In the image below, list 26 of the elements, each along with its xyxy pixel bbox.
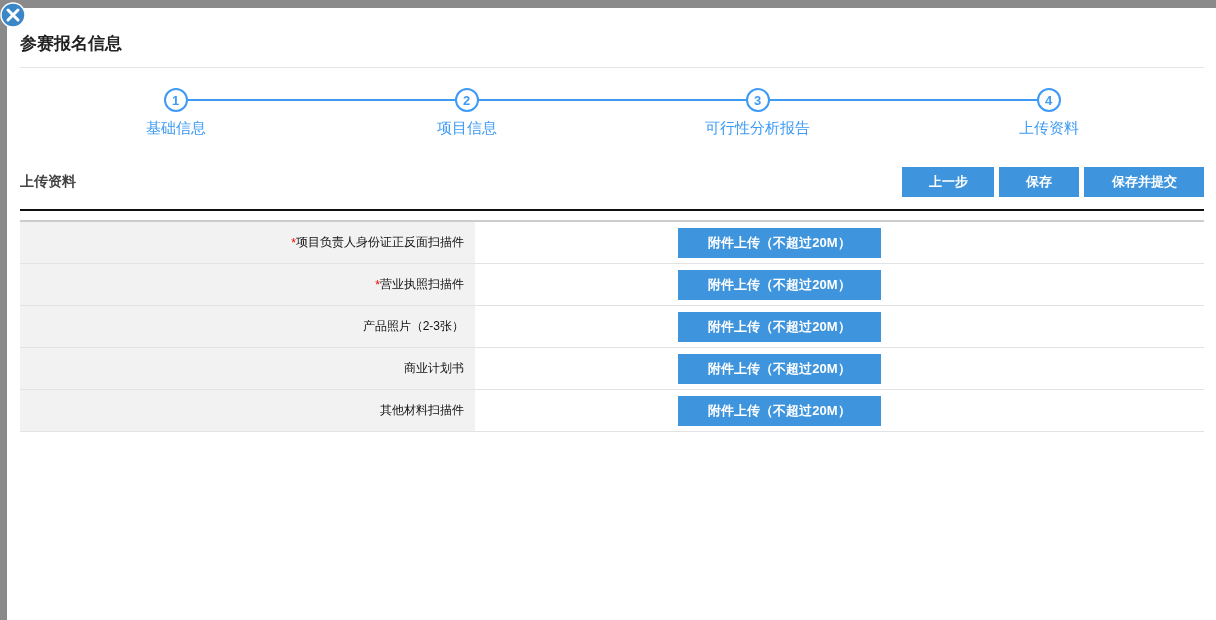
step-label: 基础信息 (145, 119, 206, 138)
dialog-title: 参赛报名信息 (20, 8, 1204, 68)
action-button[interactable]: 保存并提交 (1084, 167, 1204, 197)
step-label: 可行性分析报告 (705, 119, 810, 138)
upload-button[interactable]: 附件上传（不超过20M） (678, 353, 881, 384)
action-button[interactable]: 上一步 (902, 167, 994, 197)
field-label: 产品照片（2-3张） (362, 318, 464, 335)
step-label: 上传资料 (1018, 119, 1079, 138)
upload-button[interactable]: 附件上传（不超过20M） (678, 227, 881, 258)
upload-button[interactable]: 附件上传（不超过20M） (678, 395, 881, 426)
step-number: 3 (745, 88, 770, 112)
step-label: 项目信息 (436, 119, 497, 138)
field-label: 商业计划书 (404, 360, 464, 377)
section-title: 上传资料 (20, 173, 76, 191)
field-label: 其他材料扫描件 (380, 402, 464, 419)
step-number: 1 (163, 88, 188, 112)
step-number: 4 (1036, 88, 1061, 112)
upload-button[interactable]: 附件上传（不超过20M） (678, 269, 881, 300)
field-label: 项目负责人身份证正反面扫描件 (296, 234, 464, 251)
required-mark: * (375, 277, 380, 292)
upload-button[interactable]: 附件上传（不超过20M） (678, 311, 881, 342)
action-button[interactable]: 保存 (999, 167, 1079, 197)
step-number: 2 (454, 88, 479, 112)
required-mark: * (291, 235, 296, 250)
field-label: 营业执照扫描件 (380, 276, 464, 293)
close-icon[interactable] (0, 2, 26, 28)
